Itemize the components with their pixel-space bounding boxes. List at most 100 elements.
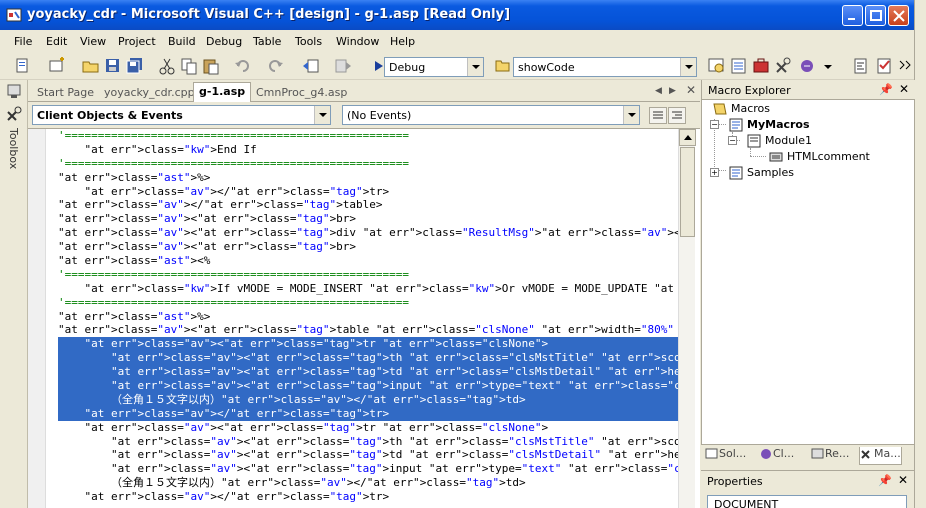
menu-tools[interactable]: Tools: [295, 35, 322, 48]
code-line[interactable]: "at err">class="kw">If vMODE = MODE_INSE…: [58, 282, 678, 296]
tree-node-samples[interactable]: Samples: [728, 166, 794, 180]
objects-dropdown[interactable]: Client Objects & Events: [32, 105, 331, 125]
tab-yoyacky-cdr-cpp[interactable]: yoyacky_cdr.cpp: [99, 84, 200, 102]
tab-macro-explorer[interactable]: Ma...: [859, 447, 902, 465]
close-panel-icon[interactable]: ✕: [899, 82, 909, 96]
tree-node-macros[interactable]: Macros: [712, 102, 770, 116]
undo-icon[interactable]: [234, 57, 252, 75]
vertical-scrollbar[interactable]: [678, 129, 696, 508]
tab-class-view[interactable]: Cl...: [759, 447, 794, 465]
collapse-icon[interactable]: −: [728, 136, 737, 145]
document-outline-icon[interactable]: [852, 57, 870, 75]
solution-explorer-icon[interactable]: [708, 57, 726, 75]
tab-g-1-asp[interactable]: g-1.asp: [193, 82, 252, 103]
task-list-icon[interactable]: [876, 57, 894, 75]
tab-scroll-right-icon[interactable]: ▶: [669, 86, 676, 96]
open-file-icon[interactable]: [82, 57, 100, 75]
find-in-files-icon[interactable]: [494, 57, 512, 75]
menu-view[interactable]: View: [80, 35, 106, 48]
code-line[interactable]: "at err">class="ast">%>: [58, 171, 678, 185]
solution-configuration-select[interactable]: Debug: [384, 57, 484, 77]
close-button[interactable]: [888, 5, 909, 26]
code-line[interactable]: "at err">class="kw">End If: [58, 143, 678, 157]
toolbox-strip[interactable]: Toolbox: [0, 80, 28, 508]
collapse-icon[interactable]: −: [710, 120, 719, 129]
menu-help[interactable]: Help: [390, 35, 415, 48]
class-view-icon[interactable]: [798, 57, 816, 75]
code-line[interactable]: "at err">class="ast"><%: [58, 254, 678, 268]
tools-icon[interactable]: [774, 57, 792, 75]
code-line[interactable]: "at err">class="ast">%>: [58, 310, 678, 324]
scroll-up-icon[interactable]: [679, 129, 696, 146]
redo-icon[interactable]: [266, 57, 284, 75]
code-line[interactable]: '=======================================…: [58, 268, 678, 282]
tab-start-page[interactable]: Start Page: [32, 84, 99, 102]
tab-resource-view[interactable]: Re...: [811, 447, 849, 465]
code-line[interactable]: '=======================================…: [58, 296, 678, 310]
pin-icon[interactable]: 📌: [878, 474, 892, 487]
toolbar-overflow-icon[interactable]: [896, 57, 914, 75]
code-line[interactable]: （全角１５文字以内）"at err">class="av"></"at err"…: [58, 392, 678, 407]
code-line[interactable]: "at err">class="av"></"at err">class="ta…: [58, 406, 678, 421]
code-line[interactable]: "at err">class="av"><"at err">class="tag…: [58, 448, 678, 462]
code-line[interactable]: （全角１５文字以内）"at err">class="av"></"at err"…: [58, 476, 678, 490]
code-line[interactable]: '=======================================…: [58, 157, 678, 171]
toolbox-window-icon[interactable]: [752, 57, 770, 75]
tree-node-mymacros[interactable]: MyMacros: [728, 118, 810, 132]
menu-table[interactable]: Table: [253, 35, 281, 48]
code-text[interactable]: '=======================================…: [58, 129, 678, 508]
code-line[interactable]: "at err">class="av"><"at err">class="tag…: [58, 323, 678, 337]
code-line[interactable]: "at err">class="av"><"at err">class="tag…: [58, 365, 678, 380]
copy-icon[interactable]: [180, 57, 198, 75]
code-line[interactable]: "at err">class="av"><"at err">class="tag…: [58, 226, 678, 240]
menu-window[interactable]: Window: [336, 35, 379, 48]
code-editor[interactable]: '=======================================…: [28, 128, 700, 508]
code-line[interactable]: "at err">class="av"><"at err">class="tag…: [58, 240, 678, 254]
maximize-button[interactable]: [865, 5, 886, 26]
events-dropdown[interactable]: (No Events): [342, 105, 640, 125]
chevron-down-icon[interactable]: [467, 58, 483, 76]
chevron-down-icon[interactable]: [680, 58, 696, 76]
new-project-icon[interactable]: [14, 57, 32, 75]
tab-cmnproc-g4-asp[interactable]: CmnProc_g4.asp: [251, 84, 352, 102]
code-line[interactable]: "at err">class="av"><"at err">class="tag…: [58, 421, 678, 435]
code-line[interactable]: "at err">class="av"></"at err">class="ta…: [58, 198, 678, 212]
toolbox-icon[interactable]: [6, 106, 22, 122]
tab-solution-explorer[interactable]: Sol...: [705, 447, 746, 465]
view-full-document-button[interactable]: [649, 107, 667, 124]
code-line[interactable]: "at err">class="av"><"at err">class="tag…: [58, 351, 678, 366]
chevron-down-icon[interactable]: [314, 106, 330, 124]
code-line[interactable]: "at err">class="av"><"at err">class="tag…: [58, 379, 678, 393]
close-panel-icon[interactable]: ✕: [898, 473, 908, 487]
menu-edit[interactable]: Edit: [46, 35, 67, 48]
code-line[interactable]: "at err">class="av"><"at err">class="tag…: [58, 462, 678, 476]
pin-icon[interactable]: 📌: [879, 83, 893, 96]
add-item-icon[interactable]: [48, 57, 66, 75]
code-line[interactable]: "at err">class="av"><"at err">class="tag…: [58, 337, 678, 352]
code-line[interactable]: "at err">class="av"></"at err">class="ta…: [58, 490, 678, 504]
view-procedure-button[interactable]: [668, 107, 686, 124]
navigate-backward-icon[interactable]: [302, 57, 320, 75]
save-icon[interactable]: [104, 57, 122, 75]
toolbox-label[interactable]: Toolbox: [7, 128, 20, 169]
navigate-forward-icon[interactable]: [334, 57, 352, 75]
minimize-button[interactable]: [842, 5, 863, 26]
find-combo[interactable]: showCode: [513, 57, 697, 77]
menu-project[interactable]: Project: [118, 35, 156, 48]
tree-node-htmlcomment[interactable]: HTMLcomment: [768, 150, 870, 164]
menu-build[interactable]: Build: [168, 35, 196, 48]
scroll-thumb[interactable]: [680, 147, 695, 237]
chevron-down-icon[interactable]: [623, 106, 639, 124]
dropdown-arrow-icon[interactable]: [820, 57, 838, 75]
save-all-icon[interactable]: [126, 57, 144, 75]
menu-debug[interactable]: Debug: [206, 35, 242, 48]
paste-icon[interactable]: [202, 57, 220, 75]
cut-icon[interactable]: [158, 57, 176, 75]
properties-window-icon[interactable]: [730, 57, 748, 75]
menu-file[interactable]: File: [14, 35, 32, 48]
tab-scroll-left-icon[interactable]: ◀: [655, 86, 662, 96]
properties-object-select[interactable]: DOCUMENT: [707, 495, 907, 508]
tree-node-module1[interactable]: Module1: [746, 134, 812, 148]
code-line[interactable]: "at err">class="av"></"at err">class="ta…: [58, 185, 678, 199]
code-line[interactable]: "at err">class="av"><"at err">class="tag…: [58, 212, 678, 226]
